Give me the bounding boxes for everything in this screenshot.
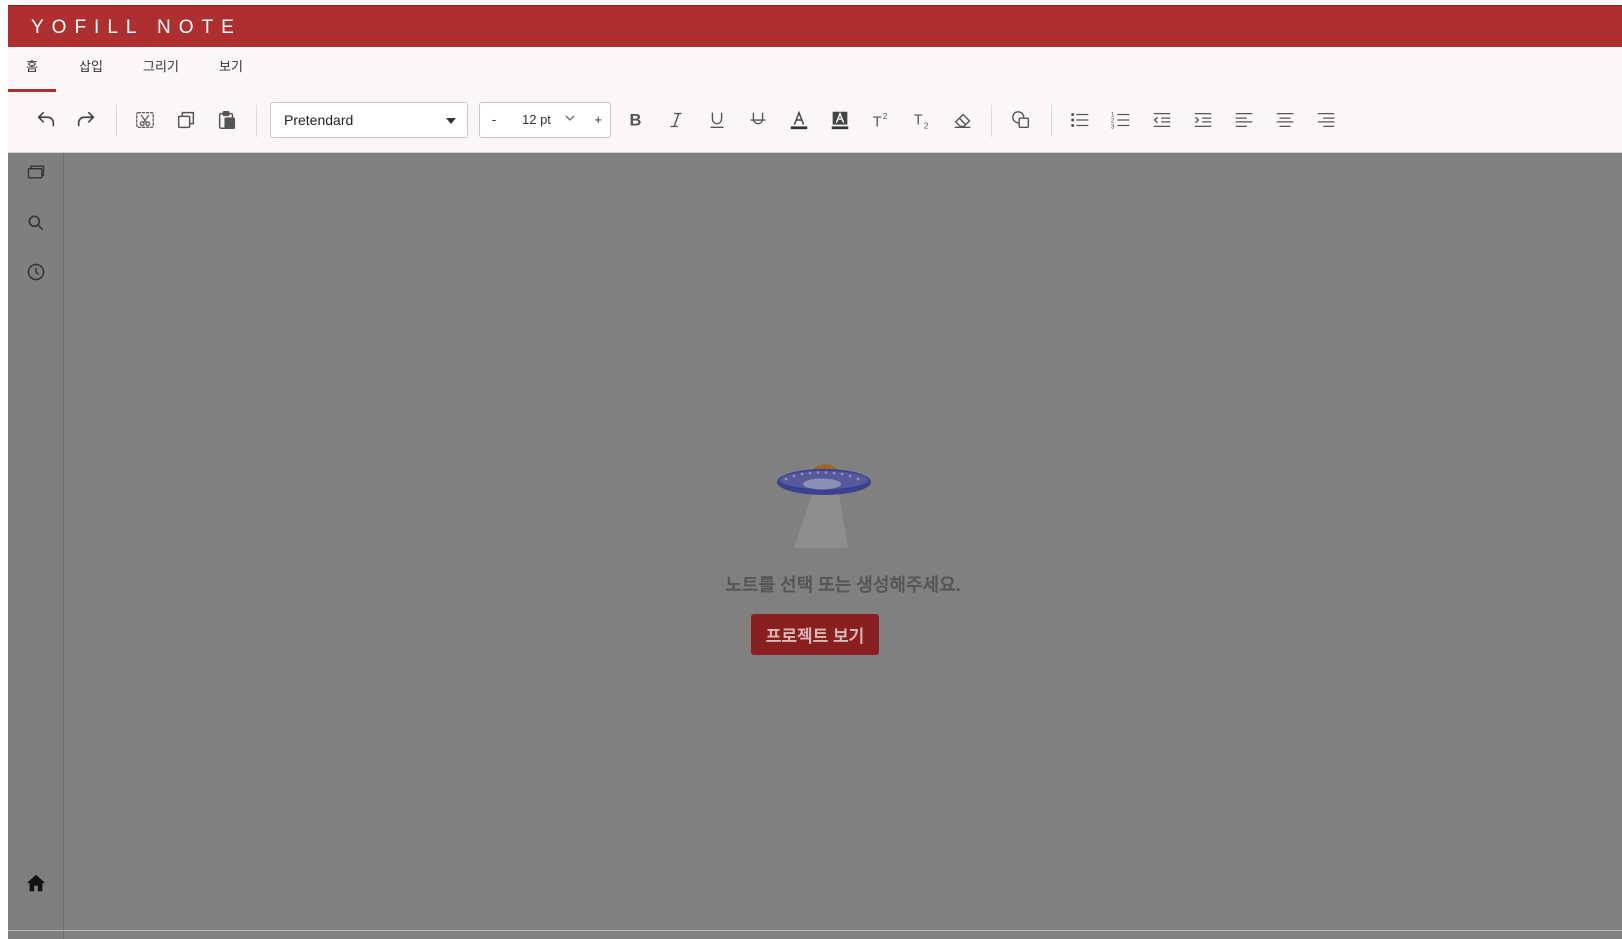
- ribbon-tabs: 홈 삽입 그리기 보기: [8, 47, 266, 92]
- empty-state-message: 노트를 선택 또는 생성해주세요.: [725, 575, 961, 595]
- copy-icon[interactable]: [169, 103, 203, 137]
- svg-text:3: 3: [1111, 123, 1115, 130]
- align-left-icon[interactable]: [1227, 103, 1261, 137]
- note-canvas-area: 노트를 선택 또는 생성해주세요. 프로젝트 보기: [64, 153, 1622, 939]
- strikethrough-icon[interactable]: [741, 103, 775, 137]
- align-right-icon[interactable]: [1309, 103, 1343, 137]
- outdent-icon[interactable]: [1145, 103, 1179, 137]
- history-icon[interactable]: [22, 258, 50, 286]
- svg-text:B: B: [630, 112, 642, 130]
- highlight-color-icon[interactable]: [823, 103, 857, 137]
- redo-icon[interactable]: [69, 103, 103, 137]
- title-bar: YOFILL NOTE: [8, 5, 1622, 47]
- home-icon[interactable]: [22, 869, 50, 897]
- tab-draw[interactable]: 그리기: [126, 47, 196, 91]
- svg-text:T: T: [873, 114, 882, 130]
- toolbar-separator: [1051, 105, 1052, 137]
- subscript-icon[interactable]: T2: [905, 103, 939, 137]
- chevron-down-icon[interactable]: [564, 112, 576, 127]
- indent-icon[interactable]: [1186, 103, 1220, 137]
- font-size-increase-button[interactable]: +: [594, 112, 602, 127]
- window-bottom-border: [8, 930, 1622, 931]
- font-family-select[interactable]: Pretendard: [270, 102, 468, 138]
- caret-down-icon: [446, 118, 456, 124]
- clear-format-icon[interactable]: [946, 103, 980, 137]
- font-size-decrease-button[interactable]: -: [489, 112, 499, 127]
- font-size-control: - 12 pt +: [479, 102, 611, 138]
- cut-icon[interactable]: [128, 103, 162, 137]
- notebooks-icon[interactable]: [22, 158, 50, 186]
- ufo-illustration: [777, 464, 871, 548]
- toolbar-separator: [991, 105, 992, 137]
- svg-text:2: 2: [924, 121, 929, 130]
- undo-icon[interactable]: [29, 103, 63, 137]
- bullet-list-icon[interactable]: [1063, 103, 1097, 137]
- numbered-list-icon[interactable]: 123: [1104, 103, 1138, 137]
- italic-icon[interactable]: [659, 103, 693, 137]
- align-center-icon[interactable]: [1268, 103, 1302, 137]
- tab-home[interactable]: 홈: [8, 47, 56, 92]
- tab-insert[interactable]: 삽입: [56, 47, 126, 91]
- underline-icon[interactable]: [700, 103, 734, 137]
- font-color-icon[interactable]: [782, 103, 816, 137]
- left-sidebar: [8, 153, 64, 939]
- svg-text:T: T: [914, 113, 923, 129]
- ribbon: 홈 삽입 그리기 보기 Pretendard - 12 pt + B T 2 T…: [8, 47, 1622, 153]
- toolbar-separator: [116, 105, 117, 137]
- toolbar-separator: [256, 105, 257, 137]
- svg-text:2: 2: [883, 112, 888, 121]
- paste-icon[interactable]: [210, 103, 244, 137]
- font-family-value: Pretendard: [284, 112, 354, 128]
- superscript-icon[interactable]: T2: [864, 103, 898, 137]
- font-size-value[interactable]: 12 pt: [522, 112, 551, 127]
- view-project-button[interactable]: 프로젝트 보기: [751, 614, 879, 655]
- shape-icon[interactable]: [1004, 103, 1038, 137]
- tab-view[interactable]: 보기: [196, 47, 266, 91]
- formatting-toolbar: Pretendard - 12 pt + B T 2 T 2 1 2 3: [8, 99, 1622, 141]
- bold-icon[interactable]: B: [618, 103, 652, 137]
- app-title: YOFILL NOTE: [31, 17, 242, 38]
- search-icon[interactable]: [22, 209, 50, 237]
